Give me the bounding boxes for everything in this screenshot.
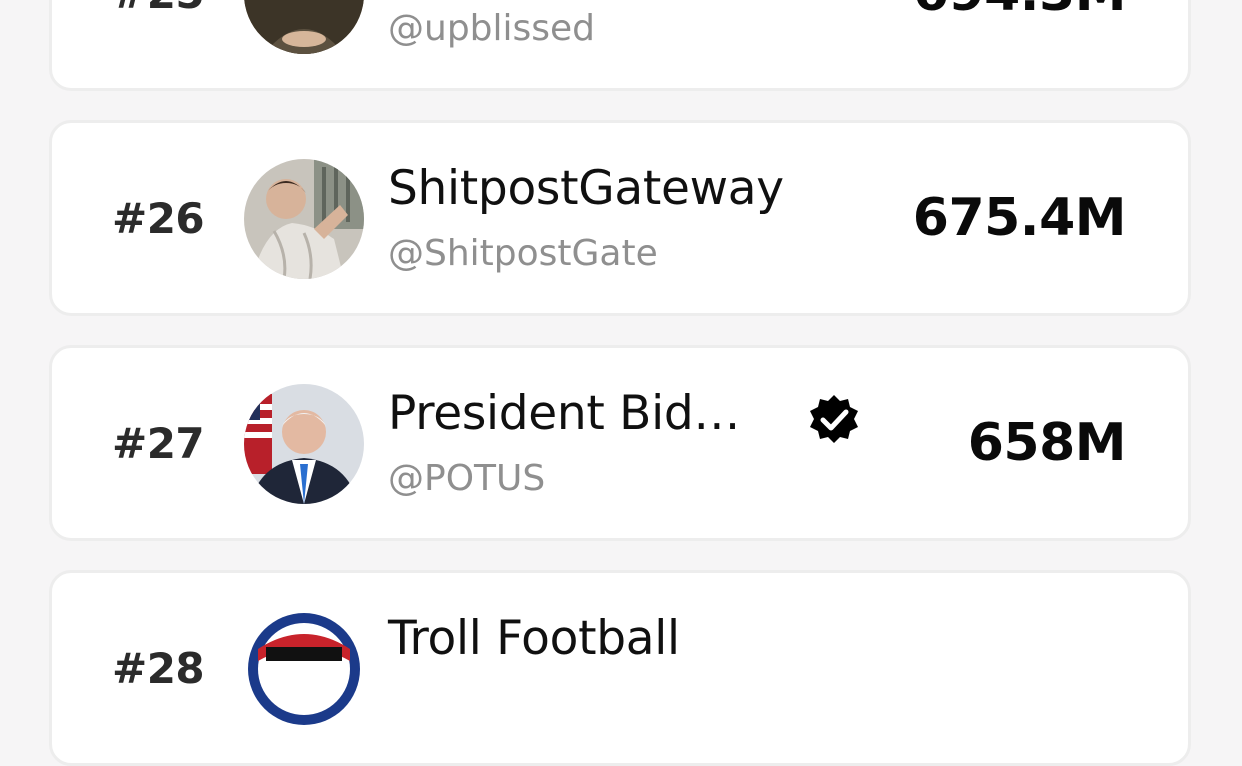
leaderboard-row[interactable]: #26 ShitpostGateway @ShitpostGate 675.4M — [49, 120, 1191, 316]
person-avatar-icon — [244, 0, 364, 54]
leaderboard-row[interactable]: #28 Troll Football — [49, 570, 1191, 766]
account-name: Troll Football — [388, 611, 680, 666]
account-handle: @upblissed — [388, 8, 596, 49]
soccer-logo-icon — [244, 609, 364, 729]
account-handle: @ShitpostGate — [388, 233, 658, 274]
avatar[interactable] — [244, 159, 364, 279]
rank-label: #28 — [112, 643, 205, 693]
avatar[interactable] — [244, 384, 364, 504]
follower-count: 694.3M — [913, 0, 1127, 88]
follower-count: 658M — [967, 413, 1127, 473]
rank-label: #25 — [112, 0, 222, 88]
leaderboard-row[interactable]: #25 @upblissed 694.3M — [49, 0, 1191, 91]
account-handle: @POTUS — [388, 458, 546, 499]
account-name: ShitpostGateway — [388, 161, 784, 216]
person-avatar-icon — [244, 384, 364, 504]
rank-label: #27 — [112, 418, 205, 468]
avatar[interactable] — [244, 609, 364, 729]
follower-count: 675.4M — [912, 188, 1127, 248]
verified-badge-icon — [810, 395, 858, 443]
rank-label: #26 — [112, 193, 205, 243]
person-avatar-icon — [244, 159, 364, 279]
leaderboard-row[interactable]: #27 President Bid… @POTUS 658M — [49, 345, 1191, 541]
account-name: President Bid… — [388, 386, 741, 441]
avatar[interactable] — [244, 0, 364, 54]
